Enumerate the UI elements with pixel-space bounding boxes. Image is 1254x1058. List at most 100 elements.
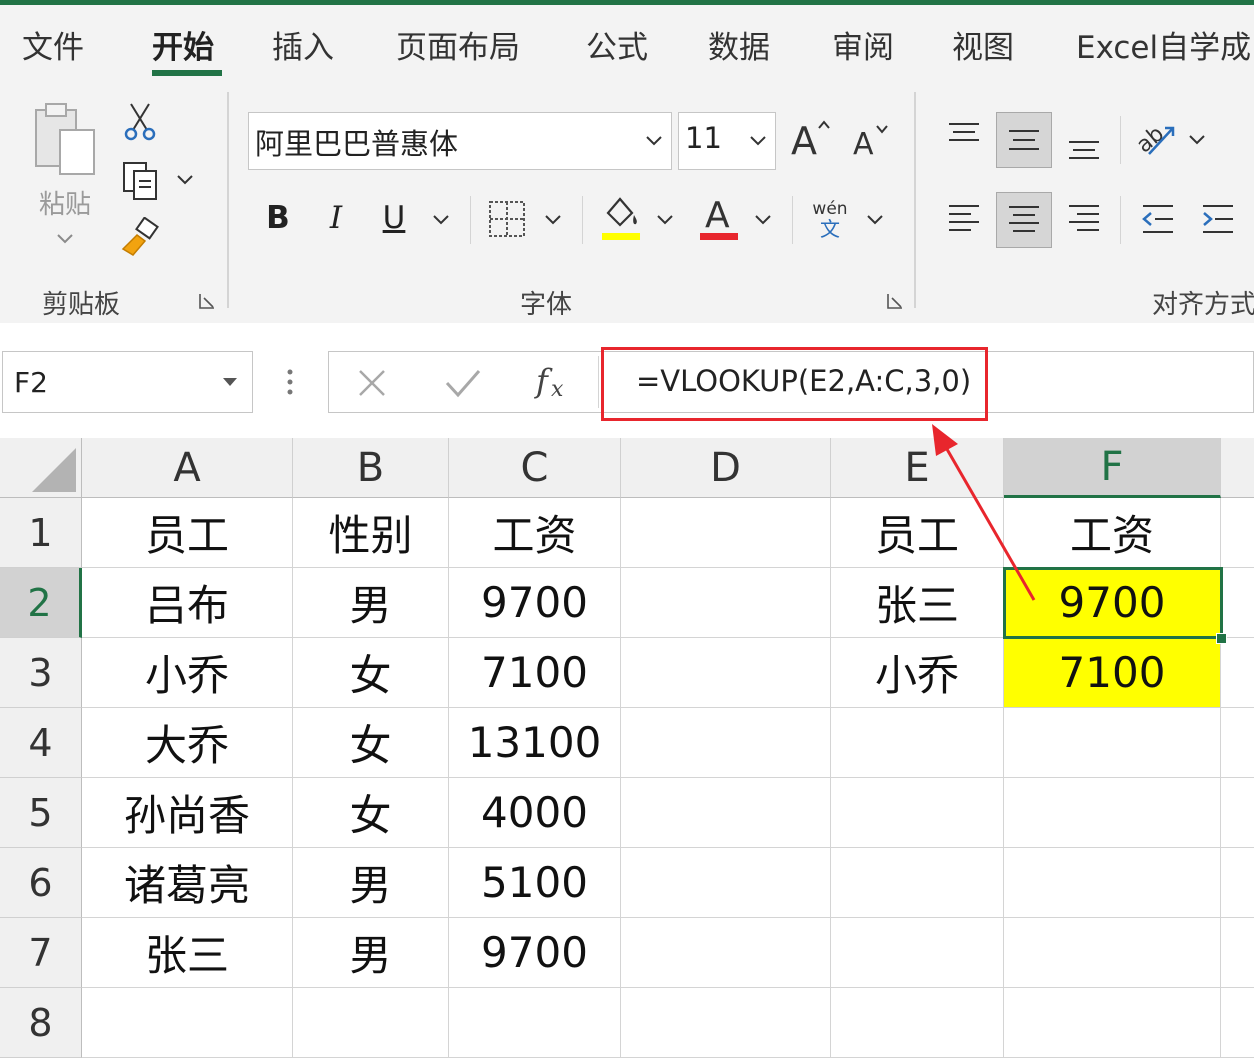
cell-d5[interactable] <box>621 778 831 848</box>
row-header-4[interactable]: 4 <box>0 708 82 778</box>
row-header-2[interactable]: 2 <box>0 568 82 638</box>
font-name-combo[interactable]: 阿里巴巴普惠体 <box>248 112 672 170</box>
fill-handle[interactable] <box>1216 633 1227 644</box>
cell-a4[interactable]: 大乔 <box>82 708 293 778</box>
align-left-button[interactable] <box>940 194 988 244</box>
decrease-font-size-button[interactable]: A <box>848 114 894 166</box>
cell-e5[interactable] <box>831 778 1004 848</box>
column-header-d[interactable]: D <box>621 438 831 498</box>
cell-f4[interactable] <box>1004 708 1221 778</box>
cell-d7[interactable] <box>621 918 831 988</box>
underline-chevron-icon[interactable] <box>432 214 450 226</box>
cell-f8[interactable] <box>1004 988 1221 1058</box>
cell-d1[interactable] <box>621 498 831 568</box>
cell-e2[interactable]: 张三 <box>831 568 1004 638</box>
increase-font-size-button[interactable]: A <box>786 110 836 166</box>
cell-c1[interactable]: 工资 <box>449 498 621 568</box>
tab-formulas[interactable]: 公式 <box>586 22 648 67</box>
font-launcher-icon[interactable] <box>886 292 904 310</box>
decrease-indent-button[interactable] <box>1134 194 1182 244</box>
cell-e4[interactable] <box>831 708 1004 778</box>
tab-data[interactable]: 数据 <box>708 22 770 67</box>
cell-c5[interactable]: 4000 <box>449 778 621 848</box>
cell-b4[interactable]: 女 <box>293 708 449 778</box>
phonetic-guide-button[interactable]: wén 文 <box>806 194 854 246</box>
cell-c4[interactable]: 13100 <box>449 708 621 778</box>
cell-b1[interactable]: 性别 <box>293 498 449 568</box>
cell-a3[interactable]: 小乔 <box>82 638 293 708</box>
cell-overflow-5[interactable] <box>1221 778 1254 848</box>
cell-c8[interactable] <box>449 988 621 1058</box>
copy-options-chevron-icon[interactable] <box>176 174 194 186</box>
cell-overflow-6[interactable] <box>1221 848 1254 918</box>
row-header-7[interactable]: 7 <box>0 918 82 988</box>
cell-b8[interactable] <box>293 988 449 1058</box>
copy-button[interactable] <box>116 156 164 204</box>
cancel-icon[interactable] <box>356 367 388 399</box>
cell-d8[interactable] <box>621 988 831 1058</box>
cell-c7[interactable]: 9700 <box>449 918 621 988</box>
cell-c6[interactable]: 5100 <box>449 848 621 918</box>
cell-f3[interactable]: 7100 <box>1004 638 1221 708</box>
cell-a1[interactable]: 员工 <box>82 498 293 568</box>
clipboard-launcher-icon[interactable] <box>198 292 216 310</box>
bold-button[interactable]: B <box>258 196 298 240</box>
cell-e1[interactable]: 员工 <box>831 498 1004 568</box>
select-all-corner[interactable] <box>0 438 82 498</box>
tab-review[interactable]: 审阅 <box>832 22 894 67</box>
cell-overflow-1[interactable] <box>1221 498 1254 568</box>
cell-c3[interactable]: 7100 <box>449 638 621 708</box>
cell-overflow-7[interactable] <box>1221 918 1254 988</box>
name-box-dropdown-icon[interactable] <box>222 377 238 387</box>
underline-button[interactable]: U <box>374 196 414 240</box>
cell-a8[interactable] <box>82 988 293 1058</box>
cell-a2[interactable]: 吕布 <box>82 568 293 638</box>
increase-indent-button[interactable] <box>1194 194 1242 244</box>
middle-align-button[interactable] <box>996 112 1052 168</box>
column-header-a[interactable]: A <box>82 438 293 498</box>
cell-e7[interactable] <box>831 918 1004 988</box>
tab-view[interactable]: 视图 <box>952 22 1014 67</box>
bottom-align-button[interactable] <box>1060 118 1108 168</box>
fill-color-button[interactable] <box>596 190 646 244</box>
tab-insert[interactable]: 插入 <box>272 22 334 67</box>
cell-f5[interactable] <box>1004 778 1221 848</box>
cell-c2[interactable]: 9700 <box>449 568 621 638</box>
top-align-button[interactable] <box>940 112 988 162</box>
row-header-6[interactable]: 6 <box>0 848 82 918</box>
italic-button[interactable]: I <box>316 196 356 240</box>
column-header-b[interactable]: B <box>293 438 449 498</box>
cell-a5[interactable]: 孙尚香 <box>82 778 293 848</box>
cell-overflow-4[interactable] <box>1221 708 1254 778</box>
tab-page-layout[interactable]: 页面布局 <box>396 22 520 67</box>
cell-d3[interactable] <box>621 638 831 708</box>
font-color-button[interactable]: A <box>694 190 744 244</box>
format-painter-button[interactable] <box>116 214 164 262</box>
insert-function-icon[interactable]: fx <box>534 358 574 404</box>
cell-f6[interactable] <box>1004 848 1221 918</box>
tab-file[interactable]: 文件 <box>22 22 84 67</box>
fill-color-chevron-icon[interactable] <box>656 214 674 226</box>
cell-overflow-3[interactable] <box>1221 638 1254 708</box>
cell-f7[interactable] <box>1004 918 1221 988</box>
phonetic-chevron-icon[interactable] <box>866 214 884 226</box>
cell-e8[interactable] <box>831 988 1004 1058</box>
row-header-5[interactable]: 5 <box>0 778 82 848</box>
confirm-check-icon[interactable] <box>444 367 482 399</box>
column-header-f[interactable]: F <box>1004 438 1221 498</box>
borders-button[interactable] <box>484 196 530 242</box>
font-color-chevron-icon[interactable] <box>754 214 772 226</box>
orientation-button[interactable]: ab <box>1132 112 1182 164</box>
cut-button[interactable] <box>118 100 162 144</box>
row-header-1[interactable]: 1 <box>0 498 82 568</box>
font-size-combo[interactable]: 11 <box>678 112 776 170</box>
row-header-3[interactable]: 3 <box>0 638 82 708</box>
cell-overflow-2[interactable] <box>1221 568 1254 638</box>
cell-e6[interactable] <box>831 848 1004 918</box>
cell-b7[interactable]: 男 <box>293 918 449 988</box>
row-header-8[interactable]: 8 <box>0 988 82 1058</box>
orientation-chevron-icon[interactable] <box>1188 134 1206 146</box>
align-right-button[interactable] <box>1060 194 1108 244</box>
cell-d4[interactable] <box>621 708 831 778</box>
cell-b2[interactable]: 男 <box>293 568 449 638</box>
